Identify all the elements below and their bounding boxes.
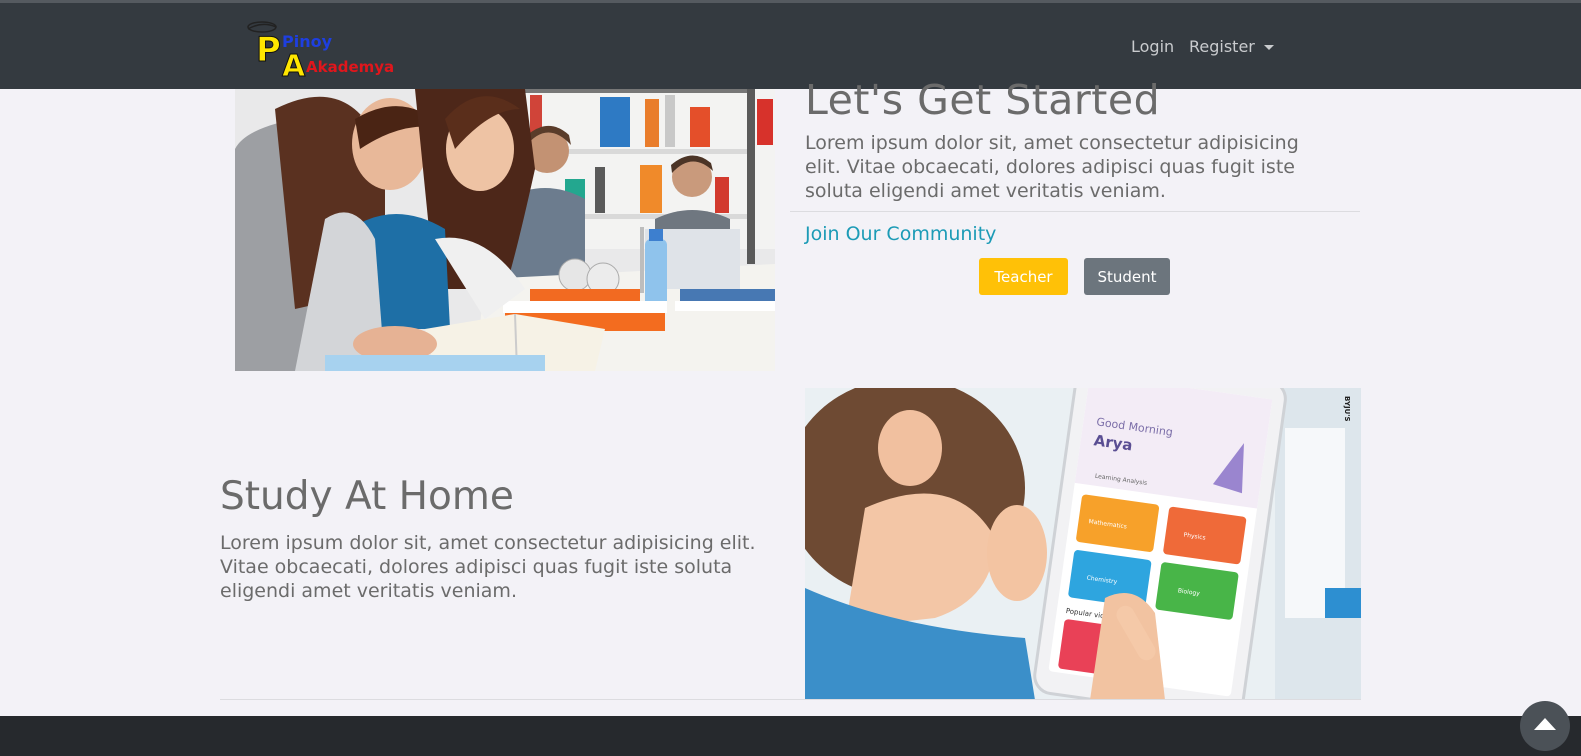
students-studying-image: [235, 89, 775, 371]
svg-text:P: P: [256, 30, 281, 70]
study-at-home-heading: Study At Home: [220, 474, 514, 519]
study-at-home-text: Lorem ipsum dolor sit, amet consectetur …: [220, 532, 756, 602]
arrow-up-icon: [1534, 718, 1556, 730]
child-using-tablet-image: Good Morning Arya Learning Analysis Math…: [805, 388, 1361, 700]
navbar: P Pinoy A Akademya Login Register: [0, 3, 1581, 89]
join-community-link[interactable]: Join Our Community: [805, 223, 996, 245]
section-divider: [220, 699, 1361, 700]
register-dropdown[interactable]: Register: [1189, 37, 1255, 56]
scroll-to-top-button[interactable]: [1520, 701, 1570, 751]
pinoy-akademya-logo[interactable]: P Pinoy A Akademya: [238, 17, 414, 79]
login-link[interactable]: Login: [1131, 37, 1174, 56]
student-button[interactable]: Student: [1084, 258, 1170, 295]
get-started-text: Lorem ipsum dolor sit, amet consectetur …: [805, 132, 1299, 202]
svg-text:Akademya: Akademya: [306, 58, 394, 76]
divider: [790, 211, 1360, 212]
svg-text:A: A: [282, 49, 306, 79]
footer: [0, 716, 1581, 756]
svg-text:BYJU'S: BYJU'S: [1343, 396, 1351, 422]
get-started-heading: Let's Get Started: [805, 76, 1161, 124]
caret-down-icon[interactable]: [1264, 45, 1274, 50]
teacher-button[interactable]: Teacher: [979, 258, 1068, 295]
